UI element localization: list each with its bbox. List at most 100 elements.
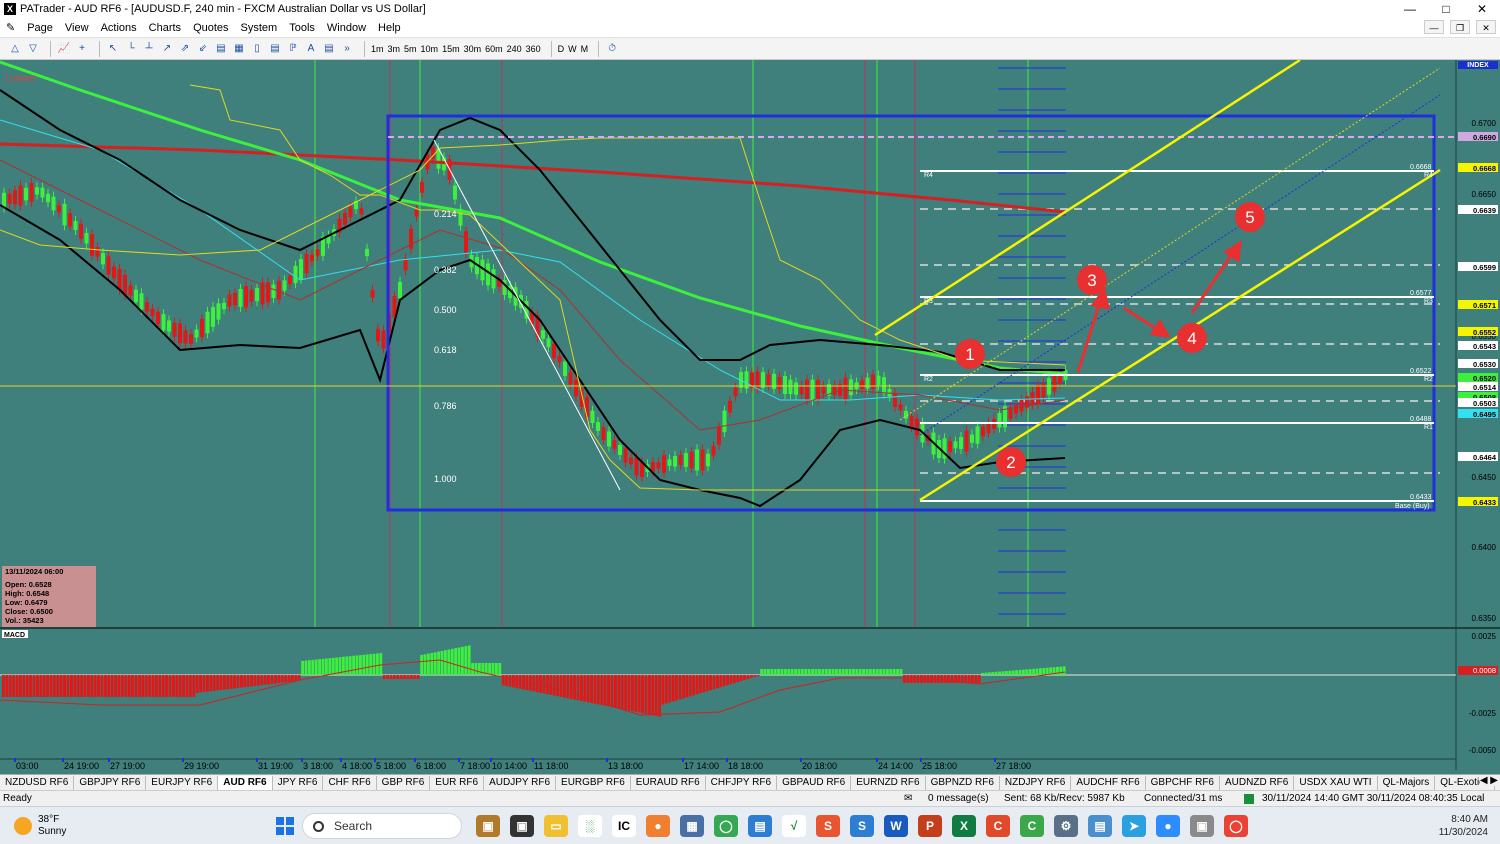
menu-charts[interactable]: Charts [143,22,187,34]
app-icon[interactable]: ▣ [1190,815,1214,837]
menu-view[interactable]: View [59,22,95,34]
tf-30m[interactable]: 30m [464,44,482,54]
horizontal-line-icon[interactable]: └ [124,41,138,57]
symbol-tab[interactable]: GBPJPY RF6 [74,775,147,790]
notes-app-icon[interactable]: ▤ [748,815,772,837]
chart-icon[interactable]: 📈 [57,41,71,57]
pattern-icon[interactable]: ▤ [322,41,336,57]
tf-3m[interactable]: 3m [388,44,401,54]
telegram-icon[interactable]: ➤ [1122,815,1146,837]
word-icon[interactable]: W [884,815,908,837]
photos-app-icon[interactable]: ▤ [1088,815,1112,837]
fib-fan-icon[interactable]: ⇙ [196,41,210,57]
symbol-tab[interactable]: CHFJPY RF6 [706,775,778,790]
gann-icon[interactable]: ▤ [268,41,282,57]
more-tools-icon[interactable]: » [340,41,354,57]
patrader-app-icon[interactable]: ░ [578,815,602,837]
file-explorer-icon[interactable]: ▭ [544,815,568,837]
tf-240[interactable]: 240 [507,44,522,54]
task-view-icon[interactable]: ▣ [510,815,534,837]
menu-quotes[interactable]: Quotes [187,22,234,34]
tf-m[interactable]: M [581,44,589,54]
symbol-tab[interactable]: USDX XAU WTI [1294,775,1378,790]
minimize-button[interactable]: — [1392,0,1428,18]
symbol-tab[interactable]: GBPNZD RF6 [926,775,1000,790]
symbol-tab[interactable]: AUDJPY RF6 [484,775,557,790]
menu-window[interactable]: Window [321,22,372,34]
symbol-tab[interactable]: AUD RF6 [218,775,273,790]
candle-body [348,206,353,218]
powerpoint-icon[interactable]: P [918,815,942,837]
mdi-restore-button[interactable]: ❐ [1450,20,1470,34]
briefcase-app-icon[interactable]: ▣ [476,815,500,837]
menu-help[interactable]: Help [372,22,407,34]
zoom-icon[interactable]: ● [1156,815,1180,837]
ic-app-icon[interactable]: IC [612,815,636,837]
channel-icon[interactable]: ⇗ [178,41,192,57]
start-button[interactable] [276,817,294,835]
menu-tools[interactable]: Tools [283,22,321,34]
buy-icon[interactable]: △ [8,41,22,57]
pitchfork-icon[interactable]: ℙ [286,41,300,57]
tf-360[interactable]: 360 [526,44,541,54]
tf-10m[interactable]: 10m [421,44,439,54]
symbol-tab[interactable]: NZDUSD RF6 [0,775,75,790]
menu-actions[interactable]: Actions [95,22,143,34]
symbol-tab[interactable]: GBPCHF RF6 [1146,775,1220,790]
text-tool-icon[interactable]: A [304,41,318,57]
symbol-tab[interactable]: AUDCHF RF6 [1071,775,1146,790]
fib-retracement-icon[interactable]: ▤ [214,41,228,57]
tf-15m[interactable]: 15m [442,44,460,54]
tf-5m[interactable]: 5m [404,44,417,54]
symbol-tab[interactable]: JPY RF6 [273,775,324,790]
tab-scroll-arrows[interactable]: ◀ ▶ [1479,775,1498,786]
symbol-tab[interactable]: GBP RF6 [377,775,431,790]
excel-icon[interactable]: X [952,815,976,837]
fib-extension-icon[interactable]: ▦ [232,41,246,57]
vertical-line-icon[interactable]: ┴ [142,41,156,57]
taskbar-clock[interactable]: 8:40 AM 11/30/2024 [1439,813,1488,839]
symbol-tab[interactable]: QL-Majors [1378,775,1436,790]
pointer-icon[interactable]: ↖ [106,41,120,57]
symbol-tab[interactable]: NZDJPY RF6 [1000,775,1072,790]
tf-d[interactable]: D [558,44,565,54]
mdi-close-button[interactable]: ✕ [1476,20,1496,34]
symbol-tab[interactable]: GBPAUD RF6 [777,775,852,790]
price-chart[interactable]: INDEX Locked 0.214 0.382 0.500 0.618 0.7… [0,60,1500,774]
mdi-minimize-button[interactable]: — [1424,20,1444,34]
symbol-tab[interactable]: AUDNZD RF6 [1220,775,1295,790]
symbol-tab[interactable]: CHF RF6 [323,775,377,790]
taskbar-search[interactable]: Search [302,813,462,839]
crosshair-icon[interactable]: + [75,41,89,57]
menu-system[interactable]: System [235,22,284,34]
calculator-icon[interactable]: ▦ [680,815,704,837]
maximize-button[interactable]: □ [1428,0,1464,18]
s-red-app-icon[interactable]: S [816,815,840,837]
sell-icon[interactable]: ▽ [26,41,40,57]
symbol-tab[interactable]: EURJPY RF6 [146,775,219,790]
clock-icon[interactable]: ⏱ [605,41,619,57]
chrome-icon[interactable]: ◯ [714,815,738,837]
symbol-tab[interactable]: EUR RF6 [430,775,485,790]
tf-w[interactable]: W [568,44,577,54]
settings-icon[interactable]: ⚙ [1054,815,1078,837]
close-button[interactable]: ✕ [1464,0,1500,18]
symbol-tab[interactable]: EURGBP RF6 [556,775,631,790]
weather-widget[interactable]: 38°F Sunny [14,814,66,838]
tf-60m[interactable]: 60m [485,44,503,54]
trendline-icon[interactable]: ↗ [160,41,174,57]
chart-app-icon[interactable]: √ [782,815,806,837]
s-blue-app-icon[interactable]: S [850,815,874,837]
chart-area[interactable]: INDEX Locked 0.214 0.382 0.500 0.618 0.7… [0,60,1500,774]
symbol-tab[interactable]: EURAUD RF6 [631,775,706,790]
fib-time-icon[interactable]: ▯ [250,41,264,57]
orange-app-icon[interactable]: ● [646,815,670,837]
c-green-app-icon[interactable]: C [1020,815,1044,837]
menu-page[interactable]: Page [21,22,59,34]
tf-1m[interactable]: 1m [371,44,384,54]
page-icon[interactable]: ✎ [0,21,21,34]
symbol-tab[interactable]: EURNZD RF6 [851,775,926,790]
c-red-app-icon[interactable]: C [986,815,1010,837]
chrome-red-icon[interactable]: ◯ [1224,815,1248,837]
mail-icon[interactable]: ✉ [904,793,912,804]
